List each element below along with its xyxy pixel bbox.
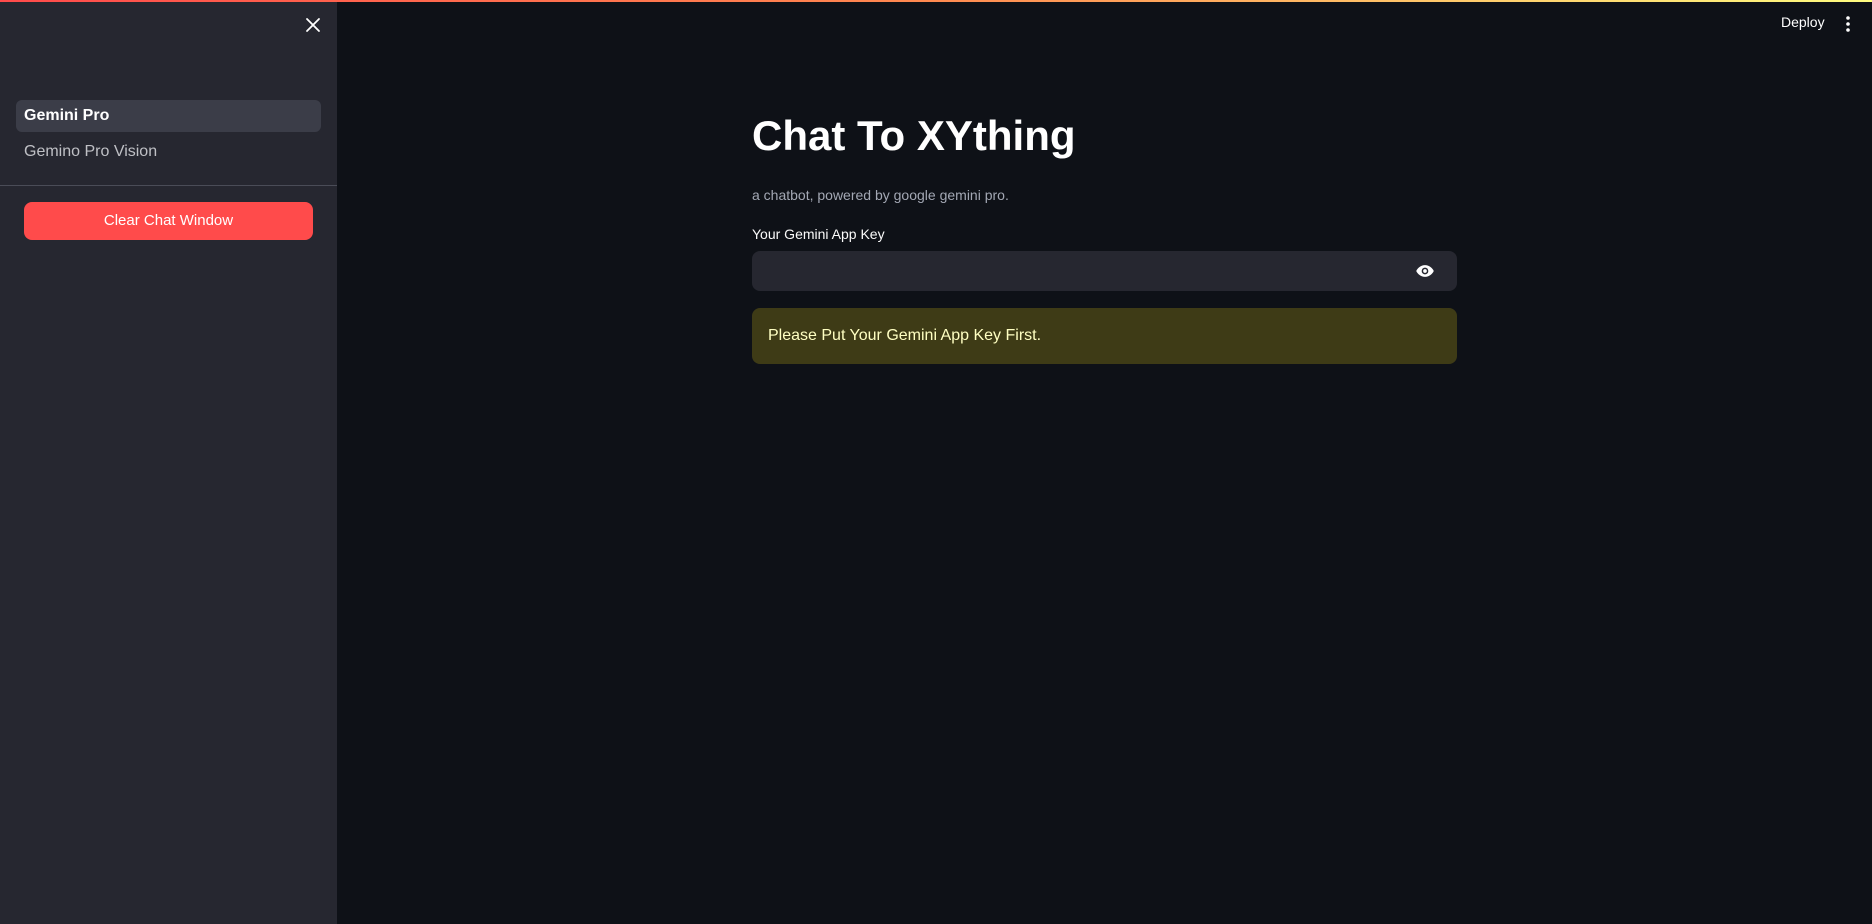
sidebar-item-label: Gemini Pro	[24, 107, 110, 124]
sidebar-item-gemini-pro[interactable]: Gemini Pro	[16, 100, 321, 132]
main-menu-button[interactable]	[1842, 14, 1854, 34]
deploy-button[interactable]: Deploy	[1781, 14, 1825, 30]
close-sidebar-button[interactable]	[302, 14, 324, 36]
top-decoration-bar	[0, 0, 1872, 2]
app-key-input[interactable]	[752, 251, 1392, 291]
sidebar: Gemini Pro Gemino Pro Vision Clear Chat …	[0, 0, 337, 924]
sidebar-nav: Gemini Pro Gemino Pro Vision	[16, 100, 321, 172]
app-key-field-wrapper	[752, 251, 1457, 291]
sidebar-item-label: Gemino Pro Vision	[24, 143, 158, 160]
page-subtitle: a chatbot, powered by google gemini pro.	[752, 187, 1009, 203]
warning-alert: Please Put Your Gemini App Key First.	[752, 308, 1457, 364]
eye-icon	[1416, 265, 1434, 277]
show-password-toggle[interactable]	[1415, 261, 1435, 281]
clear-chat-button[interactable]: Clear Chat Window	[24, 202, 313, 240]
page-title: Chat To XYthing	[752, 112, 1076, 159]
sidebar-divider	[0, 185, 337, 186]
app-key-label: Your Gemini App Key	[752, 226, 885, 242]
close-icon	[306, 18, 320, 32]
sidebar-item-gemino-pro-vision[interactable]: Gemino Pro Vision	[16, 136, 321, 168]
kebab-menu-icon	[1846, 16, 1850, 32]
